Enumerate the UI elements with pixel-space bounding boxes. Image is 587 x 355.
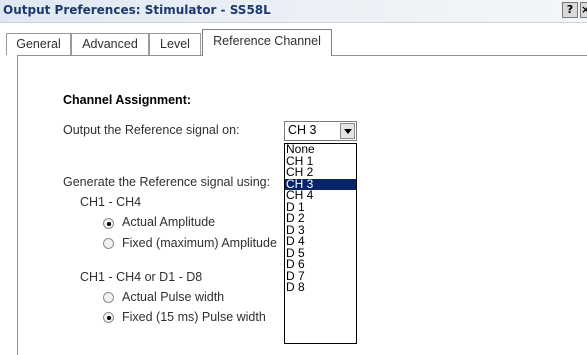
tab-level[interactable]: Level xyxy=(149,33,201,55)
fixed-pulse-width-radio[interactable] xyxy=(103,312,114,323)
dropdown-option-d3[interactable]: D 3 xyxy=(285,225,356,237)
chevron-down-icon[interactable] xyxy=(340,123,355,139)
dropdown-option-ch1[interactable]: CH 1 xyxy=(285,156,356,168)
dropdown-option-d8[interactable]: D 8 xyxy=(285,282,356,294)
fixed-amplitude-radio[interactable] xyxy=(103,238,114,249)
dropdown-option-d6[interactable]: D 6 xyxy=(285,259,356,271)
dropdown-option-d5[interactable]: D 5 xyxy=(285,248,356,260)
generate-signal-label: Generate the Reference signal using: xyxy=(63,175,271,189)
channel-assignment-heading: Channel Assignment: xyxy=(63,93,192,107)
dropdown-option-d2[interactable]: D 2 xyxy=(285,213,356,225)
help-button[interactable]: ? xyxy=(562,2,578,18)
close-button[interactable]: × xyxy=(580,2,587,18)
output-channel-value: CH 3 xyxy=(288,123,317,137)
dropdown-option-d4[interactable]: D 4 xyxy=(285,236,356,248)
actual-pulse-width-radio[interactable] xyxy=(103,292,114,303)
fixed-amplitude-label[interactable]: Fixed (maximum) Amplitude xyxy=(122,236,277,250)
actual-pulse-width-label[interactable]: Actual Pulse width xyxy=(122,290,224,304)
fixed-pulse-width-label[interactable]: Fixed (15 ms) Pulse width xyxy=(122,310,266,324)
window-title: Output Preferences: Stimulator - SS58L xyxy=(3,3,271,17)
dropdown-option-d1[interactable]: D 1 xyxy=(285,202,356,214)
tab-strip: General Advanced Level Reference Channel xyxy=(0,22,587,56)
output-channel-dropdown[interactable]: None CH 1 CH 2 CH 3 CH 4 D 1 D 2 D 3 D 4… xyxy=(284,143,357,344)
actual-amplitude-radio[interactable] xyxy=(103,218,114,229)
output-signal-label: Output the Reference signal on: xyxy=(63,123,240,137)
dropdown-option-ch2[interactable]: CH 2 xyxy=(285,167,356,179)
dropdown-option-none[interactable]: None xyxy=(285,144,356,156)
title-bar: Output Preferences: Stimulator - SS58L ?… xyxy=(0,0,587,23)
tab-advanced[interactable]: Advanced xyxy=(71,33,149,55)
amplitude-group-label: CH1 - CH4 xyxy=(80,195,142,209)
output-channel-select[interactable]: CH 3 xyxy=(284,121,357,141)
dropdown-option-ch4[interactable]: CH 4 xyxy=(285,190,356,202)
dropdown-option-ch3[interactable]: CH 3 xyxy=(285,178,356,190)
tab-reference-channel[interactable]: Reference Channel xyxy=(202,29,332,56)
pulse-group-label: CH1 - CH4 or D1 - D8 xyxy=(80,270,203,284)
actual-amplitude-label[interactable]: Actual Amplitude xyxy=(122,215,215,229)
dropdown-option-d7[interactable]: D 7 xyxy=(285,271,356,283)
tab-general[interactable]: General xyxy=(6,33,71,55)
